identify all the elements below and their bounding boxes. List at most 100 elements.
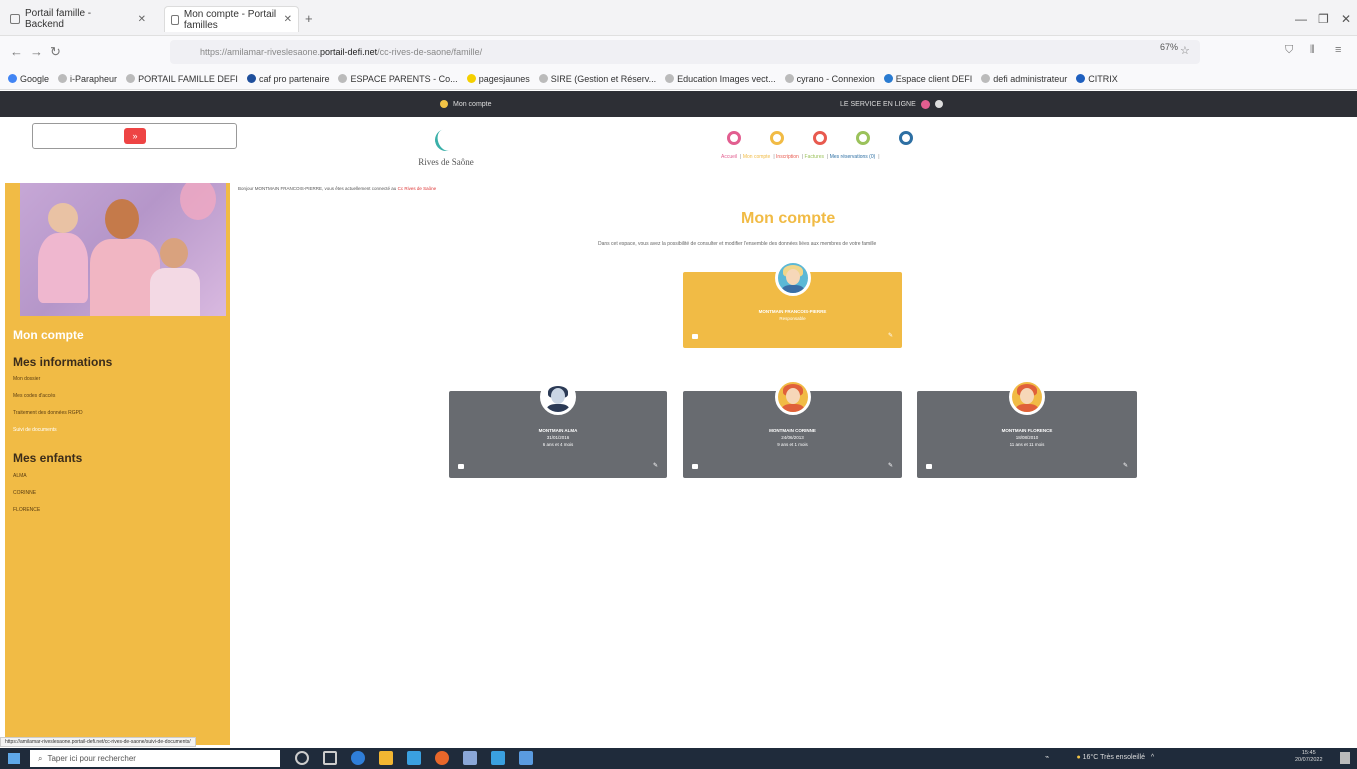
app-icon[interactable] <box>491 751 505 765</box>
tab-portail-backend[interactable]: Portail famille - Backend ✕ <box>4 8 152 30</box>
child-age: 9 ans et 1 mois <box>777 442 808 447</box>
nav-registration[interactable]: Inscription <box>776 154 799 160</box>
library-icon[interactable]: ⫴ <box>1310 44 1315 57</box>
site-logo[interactable]: Rives de Saône <box>411 125 481 177</box>
parent-avatar <box>774 260 811 296</box>
bookmark-item[interactable]: PORTAIL FAMILLE DEFI <box>126 74 238 84</box>
sidebar-item-kid[interactable]: FLORENCE <box>13 507 40 513</box>
child-name: MONTMAIN CORINNE <box>769 428 816 433</box>
zoom-level[interactable]: 67% <box>1160 42 1178 52</box>
online-service[interactable]: LE SERVICE EN LIGNE <box>840 99 943 109</box>
child-card[interactable]: MONTMAIN ALMA 31/01/2016 6 ans et 4 mois… <box>449 379 667 478</box>
bookmark-item[interactable]: Espace client DEFI <box>883 74 972 84</box>
network-icon[interactable]: ⌁ <box>1045 754 1049 761</box>
page-icon <box>10 14 20 24</box>
close-tab-icon[interactable]: ✕ <box>284 14 292 25</box>
screen: { "browser": { "tabs": [ {"label": "Port… <box>0 0 1357 769</box>
nav-account[interactable]: Mon compte <box>743 154 771 160</box>
cortana-icon[interactable] <box>295 751 309 765</box>
bookmark-item[interactable]: CITRIX <box>1076 74 1118 84</box>
card-folder-icon[interactable] <box>458 464 464 469</box>
bookmark-item[interactable]: defi administrateur <box>981 74 1067 84</box>
address-bar[interactable]: https://amilamar-riveslesaone. portail-de… <box>170 40 1200 64</box>
registration-nav-icon[interactable] <box>813 131 827 145</box>
browser-tabbar: Portail famille - Backend ✕ Mon compte -… <box>0 0 1357 36</box>
back-icon[interactable]: ← <box>10 44 23 59</box>
invoices-nav-icon[interactable] <box>856 131 870 145</box>
child-avatar <box>540 379 576 415</box>
bookmark-item[interactable]: Google <box>8 74 49 84</box>
file-explorer-icon[interactable] <box>379 751 393 765</box>
sidebar-item-rgpd[interactable]: Traitement des données RGPD <box>13 410 83 416</box>
child-card[interactable]: MONTMAIN CORINNE 24/06/2013 9 ans et 1 m… <box>683 379 902 478</box>
sidebar-item-dossier[interactable]: Mon dossier <box>13 376 40 382</box>
edit-icon[interactable]: ✎ <box>653 462 658 469</box>
search-input[interactable]: » <box>32 123 237 149</box>
card-folder-icon[interactable] <box>926 464 932 469</box>
minimize-icon[interactable]: — <box>1295 12 1307 26</box>
bookmark-item[interactable]: caf pro partenaire <box>246 74 329 84</box>
card-folder-icon[interactable] <box>692 464 698 469</box>
clock[interactable]: 15:45 20/07/2022 <box>1295 750 1323 764</box>
account-nav-icon[interactable] <box>770 131 784 145</box>
bookmarks-bar: Google i-Parapheur PORTAIL FAMILLE DEFI … <box>0 68 1357 90</box>
sidebar-item-documents[interactable]: Suivi de documents <box>13 427 57 433</box>
notifications-icon[interactable] <box>1340 752 1350 764</box>
bookmark-item[interactable]: cyrano - Connexion <box>784 74 875 84</box>
edit-icon[interactable]: ✎ <box>1123 462 1128 469</box>
nav-home[interactable]: Accueil <box>721 154 737 160</box>
edit-icon[interactable]: ✎ <box>888 332 893 339</box>
weather-text[interactable]: 16°C Très ensoleillé <box>1083 754 1145 761</box>
community-link[interactable]: Cc Rives de Saône <box>398 186 437 191</box>
close-tab-icon[interactable]: ✕ <box>138 14 146 25</box>
user-icon <box>440 100 448 108</box>
sidebar: Mon compte Mes informations Mon dossier … <box>5 183 230 745</box>
app-icon[interactable] <box>519 751 533 765</box>
new-tab-icon[interactable]: + <box>305 11 313 26</box>
sidebar-item-kid[interactable]: CORINNE <box>13 490 36 496</box>
menu-icon[interactable]: ≡ <box>1335 44 1341 56</box>
taskbar-search[interactable]: ⌕ Taper ici pour rechercher <box>30 750 280 767</box>
child-birthdate: 31/01/2016 <box>546 435 570 440</box>
sidebar-heading-kids: Mes enfants <box>13 451 83 465</box>
tab-label: Portail famille - Backend <box>24 8 92 30</box>
sidebar-item-access-codes[interactable]: Mes codes d'accès <box>13 393 55 399</box>
edge-icon[interactable] <box>351 751 365 765</box>
bookmark-item[interactable]: ESPACE PARENTS - Co... <box>338 74 458 84</box>
bookmark-item[interactable]: i-Parapheur <box>58 74 117 84</box>
close-window-icon[interactable]: ✕ <box>1341 12 1351 26</box>
shield-icon[interactable]: ⛉ <box>1285 44 1293 57</box>
page-intro: Dans cet espace, vous avez la possibilit… <box>598 241 877 247</box>
home-nav-icon[interactable] <box>727 131 741 145</box>
bookmark-item[interactable]: Education Images vect... <box>665 74 776 84</box>
parent-card[interactable]: MONTMAIN FRANCOIS-PIERRE Responsable ✎ <box>683 260 902 348</box>
tab-mon-compte[interactable]: Mon compte - Portail familles ✕ <box>164 6 299 32</box>
child-card[interactable]: MONTMAIN FLORENCE 18/08/2010 11 ans et 1… <box>917 379 1137 478</box>
restore-icon[interactable]: ❐ <box>1318 12 1329 26</box>
task-view-icon[interactable] <box>323 751 337 765</box>
url-host: portail-defi.net <box>320 47 378 57</box>
child-birthdate: 18/08/2010 <box>1015 435 1039 440</box>
logo-mark-icon <box>431 125 461 155</box>
chevron-up-icon[interactable]: ^ <box>1151 754 1154 761</box>
app-icon[interactable] <box>463 751 477 765</box>
edit-icon[interactable]: ✎ <box>888 462 893 469</box>
parent-name: MONTMAIN FRANCOIS-PIERRE <box>758 309 827 314</box>
store-icon[interactable] <box>407 751 421 765</box>
reload-icon[interactable]: ↻ <box>50 44 61 60</box>
search-button[interactable]: » <box>124 128 146 144</box>
account-link[interactable]: Mon compte <box>440 100 492 108</box>
nav-reservations[interactable]: Mes réservations (0) <box>830 154 876 160</box>
connection-notice: Bonjour MONTMAIN FRANCOIS-PIERRE, vous ê… <box>238 186 437 191</box>
forward-icon[interactable]: → <box>30 44 43 59</box>
bookmark-item[interactable]: pagesjaunes <box>466 74 530 84</box>
firefox-icon[interactable] <box>435 751 449 765</box>
card-folder-icon[interactable] <box>692 334 698 339</box>
reservations-nav-icon[interactable] <box>899 131 913 145</box>
page-icon <box>171 14 179 25</box>
star-icon[interactable]: ☆ <box>1180 44 1190 57</box>
sidebar-item-kid[interactable]: ALMA <box>13 473 27 479</box>
bookmark-item[interactable]: SIRE (Gestion et Réserv... <box>538 74 656 84</box>
nav-invoices[interactable]: Factures <box>805 154 824 160</box>
windows-start-icon[interactable] <box>8 753 20 764</box>
